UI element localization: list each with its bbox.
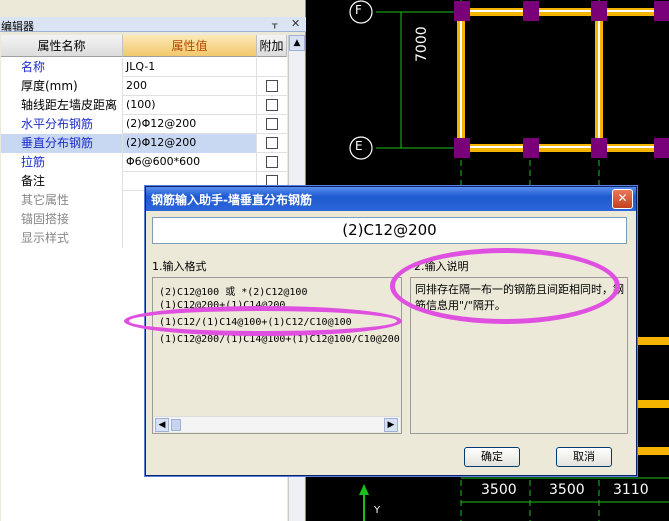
annotation-ellipse (124, 306, 402, 336)
column-header-name[interactable]: 属性名称 (1, 35, 123, 57)
property-name: 备注 (1, 172, 123, 191)
dialog-titlebar[interactable]: 钢筋输入助手-墙垂直分布钢筋 ✕ (146, 187, 636, 211)
format-list[interactable]: (2)C12@100 或 *(2)C12@100 (1)C12@200+(1)C… (152, 277, 402, 434)
scroll-thumb[interactable] (171, 419, 181, 431)
group-label: 显示样式 (1, 229, 123, 248)
format-section-label: 1.输入格式 (152, 260, 207, 273)
add-checkbox[interactable] (266, 118, 278, 130)
dialog-title: 钢筋输入助手-墙垂直分布钢筋 (151, 193, 312, 207)
property-name: 轴线距左墙皮距离 (1, 96, 123, 115)
dimension-7000: 7000 (414, 26, 430, 62)
column (523, 138, 539, 158)
property-name: 垂直分布钢筋 (1, 134, 123, 153)
add-checkbox[interactable] (266, 99, 278, 111)
column (591, 138, 607, 158)
add-checkbox[interactable] (266, 80, 278, 92)
dimension-3110: 3110 (613, 482, 649, 498)
property-add-cell (257, 58, 287, 77)
property-value[interactable]: JLQ-1 (123, 58, 257, 77)
column (454, 138, 470, 158)
column (523, 1, 539, 21)
ucs-y-label: Y (374, 505, 381, 516)
editor-titlebar: 编辑器 ᚁ ✕ (0, 17, 306, 33)
property-value[interactable]: (2)Φ12@200 (123, 134, 257, 153)
column-header-add[interactable]: 附加 (257, 35, 287, 57)
property-row-vertical-rebar[interactable]: 垂直分布钢筋 (2)Φ12@200 (1, 134, 287, 153)
property-row-offset[interactable]: 轴线距左墙皮距离 (100) (1, 96, 287, 115)
pin-icon[interactable]: ᚁ (272, 17, 277, 30)
property-name: 厚度(mm) (1, 77, 123, 96)
add-checkbox[interactable] (266, 156, 278, 168)
property-row-horizontal-rebar[interactable]: 水平分布钢筋 (2)Φ12@200 (1, 115, 287, 134)
property-value[interactable]: (100) (123, 96, 257, 115)
ok-button[interactable]: 确定 (464, 447, 520, 467)
cancel-button[interactable]: 取消 (556, 447, 612, 467)
group-label: 其它属性 (1, 191, 123, 210)
dimension-3500-b: 3500 (549, 482, 585, 498)
column (654, 1, 669, 21)
dimension-3500-a: 3500 (481, 482, 517, 498)
rebar-result-field[interactable]: (2)C12@200 (152, 217, 627, 244)
property-name: 拉筋 (1, 153, 123, 172)
property-name: 水平分布钢筋 (1, 115, 123, 134)
annotation-ellipse (390, 248, 620, 324)
format-list-scrollbar[interactable]: ◀ ▶ (154, 416, 400, 432)
column (454, 1, 470, 21)
column-header-value[interactable]: 属性值 (123, 35, 257, 57)
axis-label-f: F (355, 3, 362, 17)
property-value[interactable]: 200 (123, 77, 257, 96)
property-value[interactable]: (2)Φ12@200 (123, 115, 257, 134)
column (591, 1, 607, 21)
property-row-tie-bar[interactable]: 拉筋 Φ6@600*600 (1, 153, 287, 172)
property-row-thickness[interactable]: 厚度(mm) 200 (1, 77, 287, 96)
close-icon[interactable]: ✕ (291, 17, 300, 30)
scroll-right-icon[interactable]: ▶ (384, 418, 398, 432)
property-row-name[interactable]: 名称 JLQ-1 (1, 58, 287, 77)
add-checkbox[interactable] (266, 137, 278, 149)
scroll-left-icon[interactable]: ◀ (155, 418, 169, 432)
scroll-up-icon[interactable]: ▲ (289, 35, 305, 51)
group-label: 锚固搭接 (1, 210, 123, 229)
editor-title: 编辑器 (1, 20, 34, 33)
property-value[interactable]: Φ6@600*600 (123, 153, 257, 172)
property-name: 名称 (1, 58, 123, 77)
column (654, 138, 669, 158)
format-item[interactable]: (2)C12@100 或 *(2)C12@100 (159, 283, 307, 298)
dialog-close-button[interactable]: ✕ (612, 189, 633, 209)
axis-label-e: E (355, 139, 363, 153)
